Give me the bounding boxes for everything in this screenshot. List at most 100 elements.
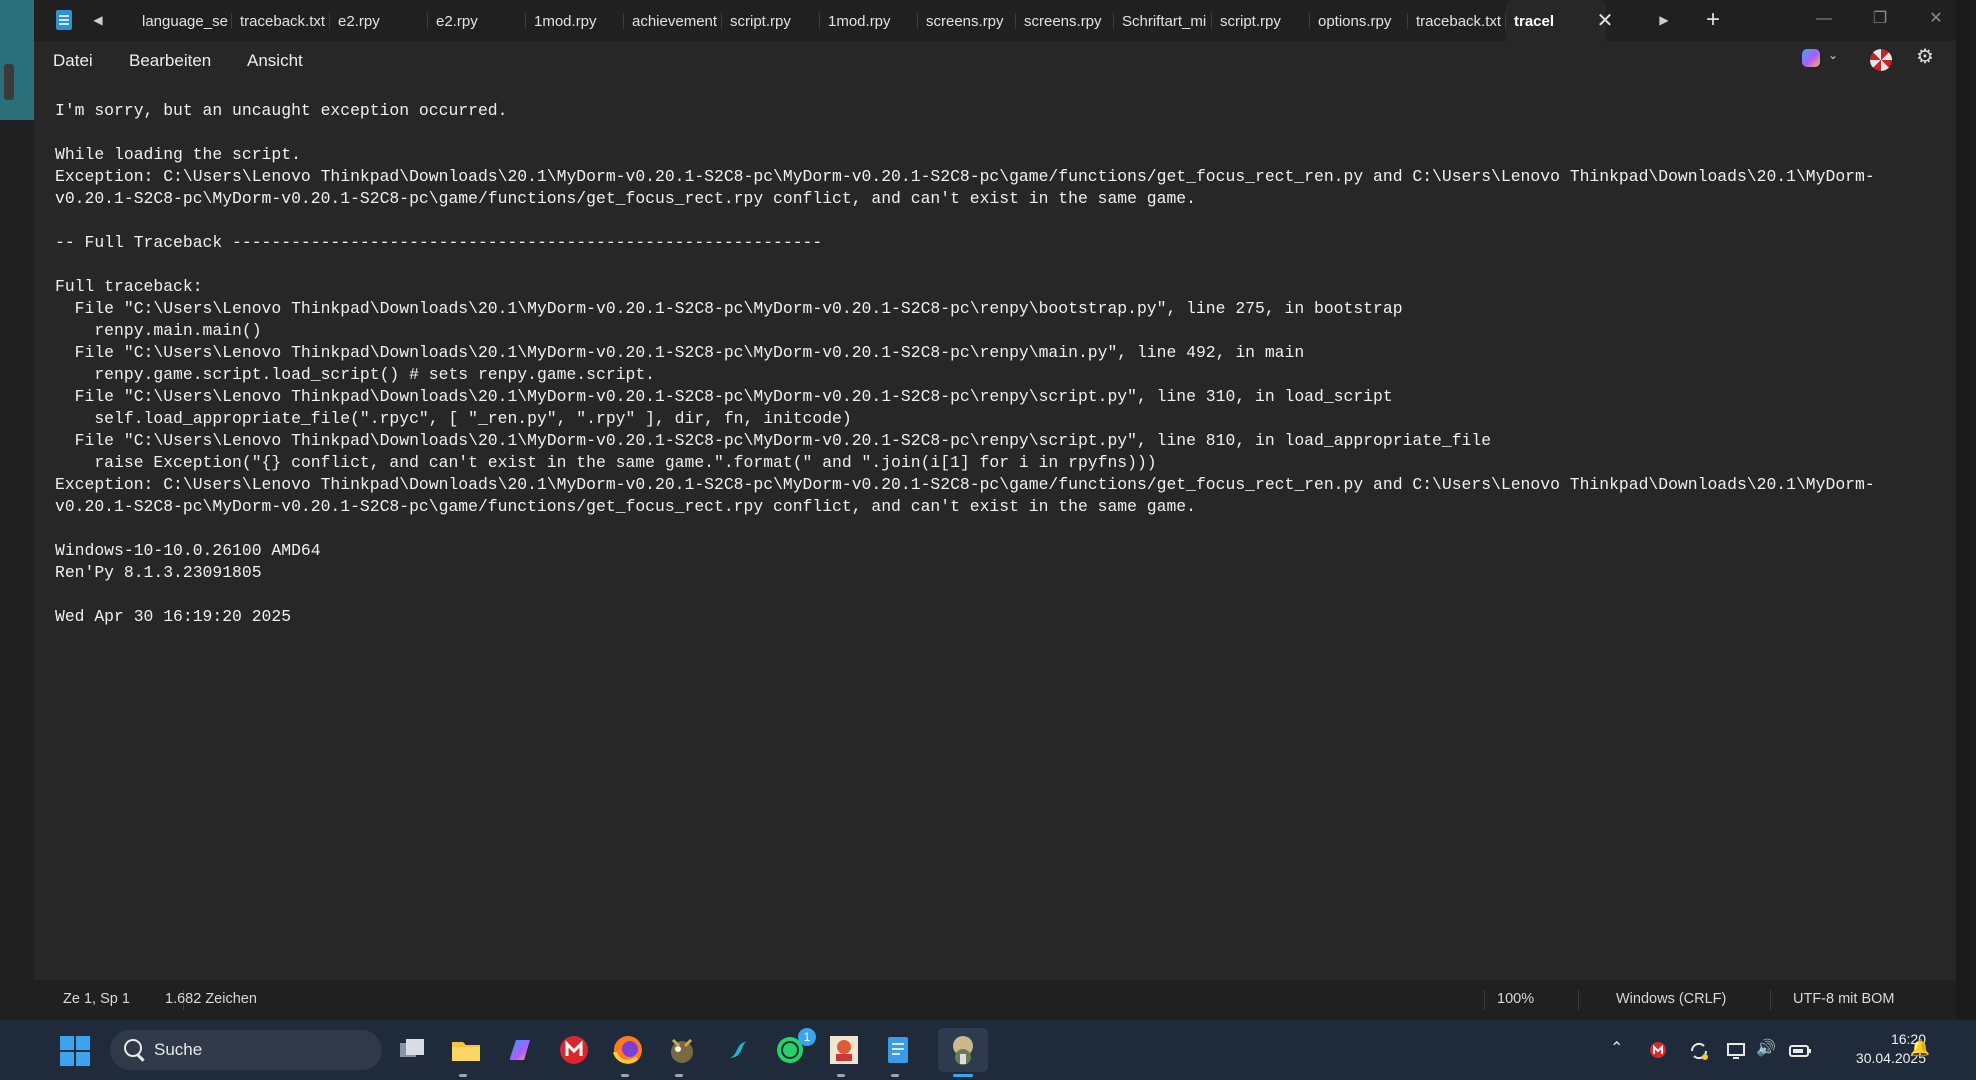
cursor-position: Ze 1, Sp 1	[63, 991, 130, 1007]
text-line: Exception: C:\Users\Lenovo Thinkpad\Down…	[55, 475, 1875, 494]
minimize-icon: —	[1816, 10, 1832, 27]
text-line	[55, 254, 1935, 276]
tab[interactable]: Schriftart_mi	[1114, 0, 1212, 41]
tab[interactable]: screens.rpy	[1016, 0, 1114, 41]
notepad-icon[interactable]	[880, 1032, 916, 1068]
menu-bearbeiten[interactable]: Bearbeiten	[129, 51, 211, 71]
text-line: Ren'Py 8.1.3.23091805	[55, 563, 262, 582]
tab-scroll-right-button[interactable]: ▶	[1652, 8, 1676, 32]
caret-left-icon: ◀	[93, 13, 103, 27]
mega-icon[interactable]	[1648, 1040, 1668, 1060]
tab[interactable]: traceback.txt	[232, 0, 330, 41]
close-window-button[interactable]: ✕	[1916, 4, 1956, 34]
tab[interactable]: script.rpy	[1212, 0, 1310, 41]
text-line	[55, 122, 1935, 144]
firefox-icon[interactable]	[610, 1032, 646, 1068]
display-icon[interactable]	[1726, 1040, 1748, 1062]
close-tab-button[interactable]: ✕	[1592, 8, 1618, 34]
minimize-button[interactable]: —	[1804, 4, 1844, 34]
line-endings[interactable]: Windows (CRLF)	[1616, 991, 1726, 1007]
new-tab-button[interactable]: +	[1698, 6, 1728, 36]
vertical-scrollbar[interactable]	[1944, 83, 1956, 980]
text-line	[55, 584, 1935, 606]
character-count: 1.682 Zeichen	[165, 991, 257, 1007]
divider	[1578, 990, 1579, 1010]
text-editor[interactable]: I'm sorry, but an uncaught exception occ…	[34, 83, 1956, 980]
document-text[interactable]: I'm sorry, but an uncaught exception occ…	[55, 100, 1935, 628]
text-line: self.load_appropriate_file(".rpyc", [ "_…	[55, 409, 852, 428]
volume-icon[interactable]: 🔊	[1756, 1038, 1776, 1058]
game-icon[interactable]	[826, 1032, 862, 1068]
divider	[1484, 990, 1485, 1010]
copilot-icon[interactable]	[502, 1032, 538, 1068]
text-line: Wed Apr 30 16:19:20 2025	[55, 607, 292, 626]
sync-icon[interactable]	[1688, 1040, 1710, 1062]
zoom-level[interactable]: 100%	[1497, 991, 1534, 1007]
renpy-icon[interactable]	[945, 1032, 981, 1068]
surfshark-icon[interactable]	[718, 1032, 754, 1068]
notepad-icon	[56, 10, 72, 30]
text-line: v0.20.1-S2C8-pc\MyDorm-v0.20.1-S2C8-pc\g…	[55, 189, 1196, 208]
text-line: File "C:\Users\Lenovo Thinkpad\Downloads…	[55, 299, 1403, 318]
notification-icon[interactable]: 🔔	[1910, 1038, 1930, 1058]
status-bar: Ze 1, Sp 1 1.682 Zeichen 100% Windows (C…	[34, 980, 1956, 1020]
running-indicator	[675, 1074, 683, 1077]
menu-datei[interactable]: Datei	[53, 51, 93, 71]
text-line: File "C:\Users\Lenovo Thinkpad\Downloads…	[55, 431, 1492, 450]
tab[interactable]: screens.rpy	[918, 0, 1016, 41]
text-line: While loading the script.	[55, 145, 301, 164]
restore-icon: ❐	[1872, 10, 1888, 27]
chevron-up-icon[interactable]: ⌃	[1610, 1038, 1623, 1058]
tab[interactable]: 1mod.rpy	[820, 0, 918, 41]
text-line: raise Exception("{} conflict, and can't …	[55, 453, 1157, 472]
menu-ansicht[interactable]: Ansicht	[247, 51, 303, 71]
desktop-wallpaper-fragment	[0, 0, 34, 120]
menu-bar: Datei Bearbeiten Ansicht	[34, 41, 1956, 83]
running-indicator	[837, 1074, 845, 1077]
tab[interactable]: e2.rpy	[428, 0, 526, 41]
tab-active[interactable]: tracel	[1506, 0, 1606, 41]
start-icon[interactable]	[60, 1036, 90, 1066]
text-line: renpy.game.script.load_script() # sets r…	[55, 365, 655, 384]
tab[interactable]: achievement	[624, 0, 722, 41]
tab[interactable]: traceback.txt	[1408, 0, 1506, 41]
maximize-button[interactable]: ❐	[1860, 4, 1900, 34]
text-line: -- Full Traceback ----------------------…	[55, 233, 823, 252]
encoding[interactable]: UTF-8 mit BOM	[1793, 991, 1895, 1007]
gimp-icon[interactable]	[664, 1032, 700, 1068]
active-indicator	[953, 1074, 973, 1077]
file-explorer-icon[interactable]	[448, 1032, 484, 1068]
caret-right-icon: ▶	[1659, 13, 1669, 27]
text-line: Windows-10-10.0.26100 AMD64	[55, 541, 321, 560]
tab[interactable]: options.rpy	[1310, 0, 1408, 41]
tab-list: language_se traceback.txt e2.rpy e2.rpy 1mod…	[134, 0, 1606, 41]
text-line: Full traceback:	[55, 277, 203, 296]
text-line: File "C:\Users\Lenovo Thinkpad\Downloads…	[55, 387, 1393, 406]
text-line	[55, 518, 1935, 540]
notepad-window: ◀ language_se traceback.txt e2.rpy e2.rpy 1m…	[34, 0, 1956, 1020]
text-line: v0.20.1-S2C8-pc\MyDorm-v0.20.1-S2C8-pc\g…	[55, 497, 1196, 516]
taskbar: Suche 1 ⌃ 🔊 16:20 30.04.2025 🔔	[0, 1020, 1976, 1080]
search-icon	[124, 1039, 142, 1057]
tab[interactable]: language_se	[134, 0, 232, 41]
tab[interactable]: script.rpy	[722, 0, 820, 41]
mega-icon[interactable]	[556, 1032, 592, 1068]
chevron-down-icon[interactable]: ⌄	[1828, 48, 1838, 62]
search-box[interactable]: Suche	[110, 1030, 382, 1070]
profile-icon[interactable]	[1870, 49, 1892, 71]
gear-icon[interactable]: ⚙	[1914, 46, 1936, 68]
desktop-background-strip: 0 5	[0, 0, 34, 1065]
battery-icon[interactable]	[1788, 1040, 1812, 1062]
close-icon: ✕	[1596, 10, 1614, 32]
tab[interactable]: e2.rpy	[330, 0, 428, 41]
task-view-icon[interactable]	[394, 1032, 430, 1068]
text-line: Exception: C:\Users\Lenovo Thinkpad\Down…	[55, 167, 1875, 186]
tab[interactable]: 1mod.rpy	[526, 0, 624, 41]
tab-scroll-left-button[interactable]: ◀	[86, 8, 110, 32]
text-line: File "C:\Users\Lenovo Thinkpad\Downloads…	[55, 343, 1305, 362]
search-label: Suche	[154, 1040, 203, 1059]
copilot-icon[interactable]	[1802, 49, 1820, 67]
text-line	[55, 210, 1935, 232]
plus-icon: +	[1705, 6, 1720, 33]
close-icon: ✕	[1929, 10, 1943, 27]
